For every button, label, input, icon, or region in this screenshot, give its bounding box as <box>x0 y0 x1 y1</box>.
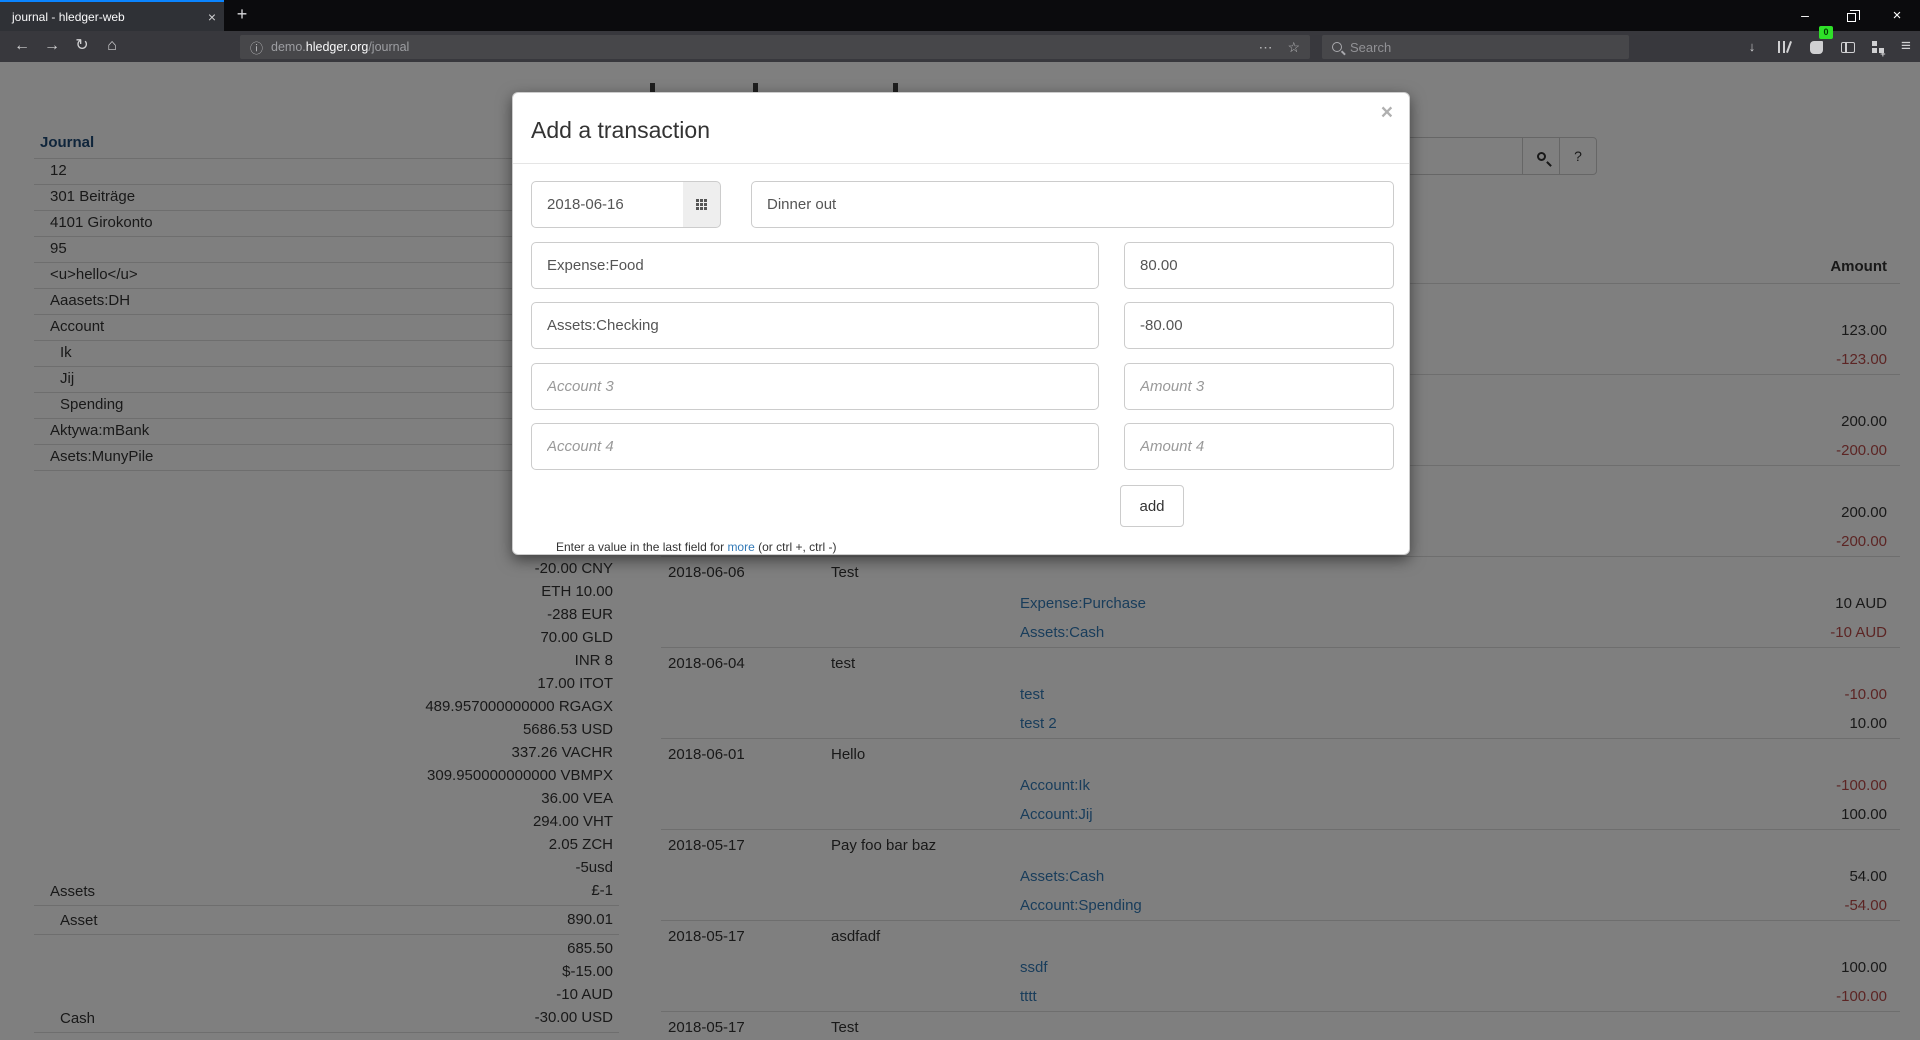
window-restore-button[interactable] <box>1828 0 1874 31</box>
addons-grid-button[interactable]: + <box>1864 31 1892 62</box>
browser-tab[interactable]: journal - hledger-web × <box>0 0 224 31</box>
window-close-button[interactable]: × <box>1874 0 1920 31</box>
reload-button[interactable]: ↻ <box>68 31 96 62</box>
bookmark-star-icon[interactable]: ☆ <box>1287 39 1300 56</box>
extension-badge: 0 <box>1819 26 1833 39</box>
modal-header: Add a transaction × <box>513 93 1409 164</box>
amount-3-input[interactable] <box>1124 363 1394 410</box>
sidebar-icon <box>1841 42 1855 53</box>
browser-search-field[interactable]: Search <box>1322 35 1629 59</box>
date-picker-button[interactable] <box>683 181 721 228</box>
description-input[interactable] <box>751 181 1394 228</box>
add-button[interactable]: add <box>1120 485 1184 527</box>
restore-icon <box>1847 13 1856 22</box>
tab-title: journal - hledger-web <box>0 10 200 24</box>
account-1-input[interactable] <box>531 242 1099 289</box>
modal-title: Add a transaction <box>531 117 710 144</box>
grid-plus-icon: + <box>1872 41 1885 54</box>
tab-close-icon[interactable]: × <box>200 9 224 25</box>
downloads-button[interactable]: ↓ <box>1738 31 1766 62</box>
navigation-toolbar: ← → ↻ ⌂ ⓘ demo.hledger.org/journal ⋯ ☆ S… <box>0 31 1920 62</box>
calendar-grid-icon <box>696 199 707 210</box>
add-transaction-modal: Add a transaction × add Enter a value in… <box>512 92 1410 555</box>
menu-button[interactable]: ≡ <box>1892 31 1920 62</box>
download-icon: ↓ <box>1749 32 1756 63</box>
more-link[interactable]: more <box>727 540 754 554</box>
forward-button[interactable]: → <box>38 31 66 62</box>
url-bar[interactable]: ⓘ demo.hledger.org/journal ⋯ ☆ <box>240 35 1310 59</box>
extension-icon <box>1810 41 1823 54</box>
amount-1-input[interactable] <box>1124 242 1394 289</box>
page-actions-icon[interactable]: ⋯ <box>1258 39 1273 56</box>
modal-close-button[interactable]: × <box>1381 101 1393 125</box>
account-2-input[interactable] <box>531 302 1099 349</box>
search-icon <box>1332 42 1342 52</box>
library-button[interactable] <box>1770 31 1798 62</box>
home-button[interactable]: ⌂ <box>98 31 126 62</box>
url-text: demo.hledger.org/journal <box>271 40 409 54</box>
site-info-icon[interactable]: ⓘ <box>250 38 263 57</box>
new-tab-button[interactable]: + <box>228 0 256 31</box>
account-3-input[interactable] <box>531 363 1099 410</box>
amount-4-input[interactable] <box>1124 423 1394 470</box>
date-input[interactable] <box>531 181 684 228</box>
search-placeholder: Search <box>1350 40 1391 55</box>
tab-bar: journal - hledger-web × + – × <box>0 0 1920 31</box>
back-button[interactable]: ← <box>8 31 36 62</box>
modal-hint: Enter a value in the last field for more… <box>556 540 836 554</box>
amount-2-input[interactable] <box>1124 302 1394 349</box>
account-4-input[interactable] <box>531 423 1099 470</box>
sidebar-toggle-button[interactable] <box>1834 31 1862 62</box>
